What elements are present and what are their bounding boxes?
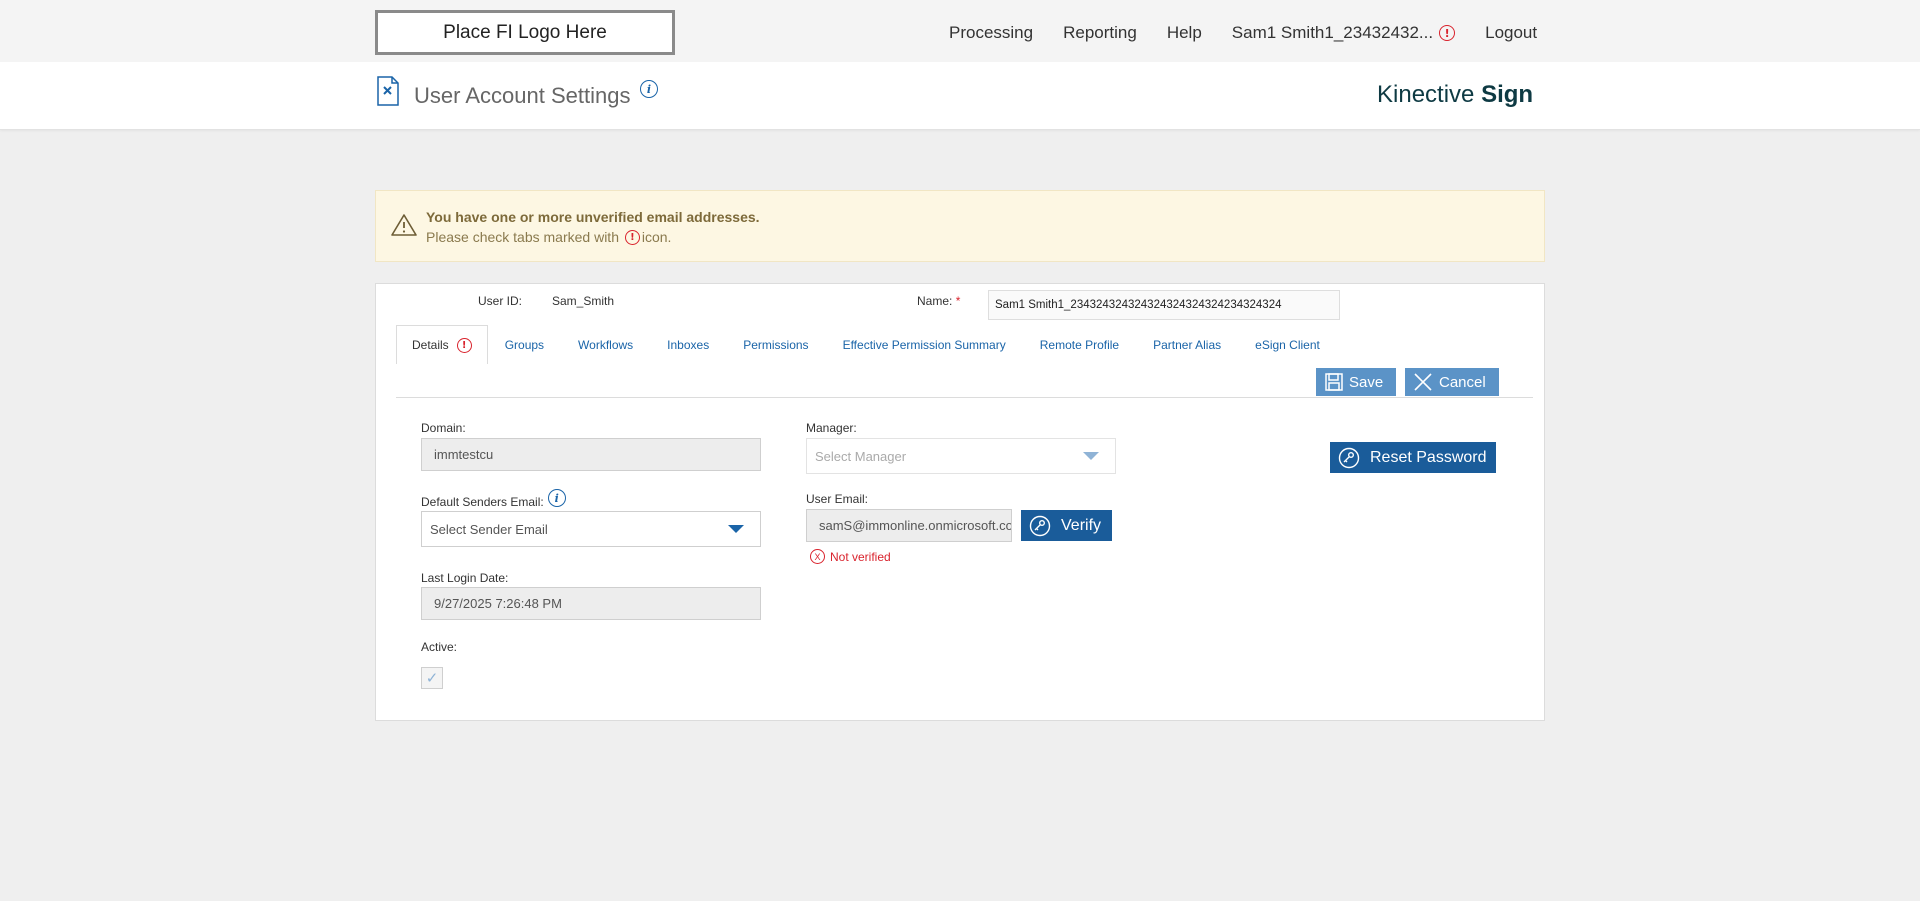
save-label: Save (1349, 373, 1384, 391)
verify-button[interactable]: Verify (1021, 510, 1112, 541)
tab-label: Details (412, 338, 449, 352)
domain-field: immtestcu (421, 438, 761, 471)
info-icon[interactable]: i (640, 80, 658, 98)
key-icon (1029, 515, 1051, 536)
warning-text-after: icon. (641, 229, 672, 245)
user-id-label: User ID: (478, 294, 523, 308)
page-title: User Account Settings (414, 83, 631, 108)
select-placeholder: Select Sender Email (430, 521, 548, 537)
user-email-field[interactable]: samS@immonline.onmicrosoft.com (806, 509, 1012, 542)
verify-label: Verify (1061, 516, 1102, 534)
last-login-date-label: Last Login Date: (421, 571, 509, 585)
top-navigation-bar: Place FI Logo Here Processing Reporting … (0, 0, 1920, 62)
tab-divider (396, 397, 1533, 398)
name-label: Name: * (917, 294, 960, 308)
select-placeholder: Select Manager (815, 448, 907, 464)
floppy-disk-icon (1325, 373, 1343, 391)
nav-reporting[interactable]: Reporting (1063, 23, 1137, 43)
fi-logo-placeholder: Place FI Logo Here (375, 10, 675, 55)
manager-label: Manager: (806, 421, 857, 435)
chevron-down-icon (1083, 452, 1099, 460)
cancel-label: Cancel (1439, 373, 1486, 391)
tab-esign-client[interactable]: eSign Client (1238, 326, 1337, 364)
nav-logout[interactable]: Logout (1485, 23, 1537, 43)
close-icon (1414, 373, 1432, 391)
key-icon (1338, 447, 1360, 468)
name-field[interactable]: Sam1 Smith1_2343243243243243243243242343… (988, 290, 1340, 320)
last-login-date-field: 9/27/2025 7:26:48 PM (421, 587, 761, 620)
name-label-text: Name: (917, 294, 953, 308)
tab-effective-permission-summary[interactable]: Effective Permission Summary (826, 326, 1023, 364)
user-settings-panel: User ID: Sam_Smith Name: * Sam1 Smith1_2… (375, 283, 1545, 721)
save-button[interactable]: Save (1316, 368, 1396, 396)
user-name: Sam1 Smith1_23432432... (1231, 23, 1434, 42)
nav-help[interactable]: Help (1167, 23, 1202, 43)
tab-permissions[interactable]: Permissions (726, 326, 825, 364)
tab-details[interactable]: Details ! (396, 325, 488, 364)
top-nav: Processing Reporting Help Sam1 Smith1_23… (949, 22, 1537, 44)
info-icon[interactable]: i (547, 489, 566, 507)
alert-icon: ! (1439, 25, 1456, 41)
tab-workflows[interactable]: Workflows (561, 326, 650, 364)
tab-partner-alias[interactable]: Partner Alias (1136, 326, 1238, 364)
warning-triangle-icon (391, 214, 417, 236)
email-status: X Not verified (810, 549, 891, 564)
warning-title: You have one or more unverified email ad… (426, 209, 760, 225)
warning-text: Please check tabs marked with ! icon. (426, 229, 671, 245)
email-status-text: Not verified (830, 549, 891, 564)
tab-remote-profile[interactable]: Remote Profile (1023, 326, 1136, 364)
active-checkbox[interactable]: ✓ (421, 667, 443, 689)
default-senders-email-label: Default Senders Email: i (421, 489, 566, 509)
tab-groups[interactable]: Groups (488, 326, 561, 364)
brand-logo: Kinective Sign (1377, 81, 1533, 109)
page-header: User Account Settings i Kinective Sign (0, 62, 1920, 130)
settings-tabs: Details ! Groups Workflows Inboxes Permi… (396, 324, 1337, 364)
unverified-email-warning: You have one or more unverified email ad… (375, 190, 1545, 262)
manager-select[interactable]: Select Manager (806, 438, 1116, 474)
active-label: Active: (421, 640, 458, 654)
nav-user-menu[interactable]: Sam1 Smith1_23432432... ! (1231, 23, 1456, 43)
chevron-down-icon (728, 525, 744, 533)
reset-password-button[interactable]: Reset Password (1330, 442, 1496, 473)
tab-inboxes[interactable]: Inboxes (650, 326, 726, 364)
user-id-value: Sam_Smith (552, 294, 615, 308)
brand-bold: Sign (1481, 81, 1534, 108)
document-settings-icon (377, 76, 399, 106)
brand-light: Kinective (1377, 81, 1482, 108)
alert-icon: ! (456, 337, 472, 353)
nav-processing[interactable]: Processing (949, 23, 1033, 43)
user-email-label: User Email: (806, 492, 869, 506)
warning-text-before: Please check tabs marked with (426, 229, 619, 245)
alert-icon: ! (624, 229, 640, 245)
checkmark-icon: ✓ (425, 670, 439, 687)
error-x-icon: X (810, 549, 825, 564)
domain-label: Domain: (421, 421, 466, 435)
required-marker: * (955, 294, 961, 308)
reset-password-label: Reset Password (1370, 448, 1487, 466)
cancel-button[interactable]: Cancel (1405, 368, 1499, 396)
default-senders-email-label-text: Default Senders Email: (421, 495, 544, 509)
default-senders-email-select[interactable]: Select Sender Email (421, 511, 761, 547)
